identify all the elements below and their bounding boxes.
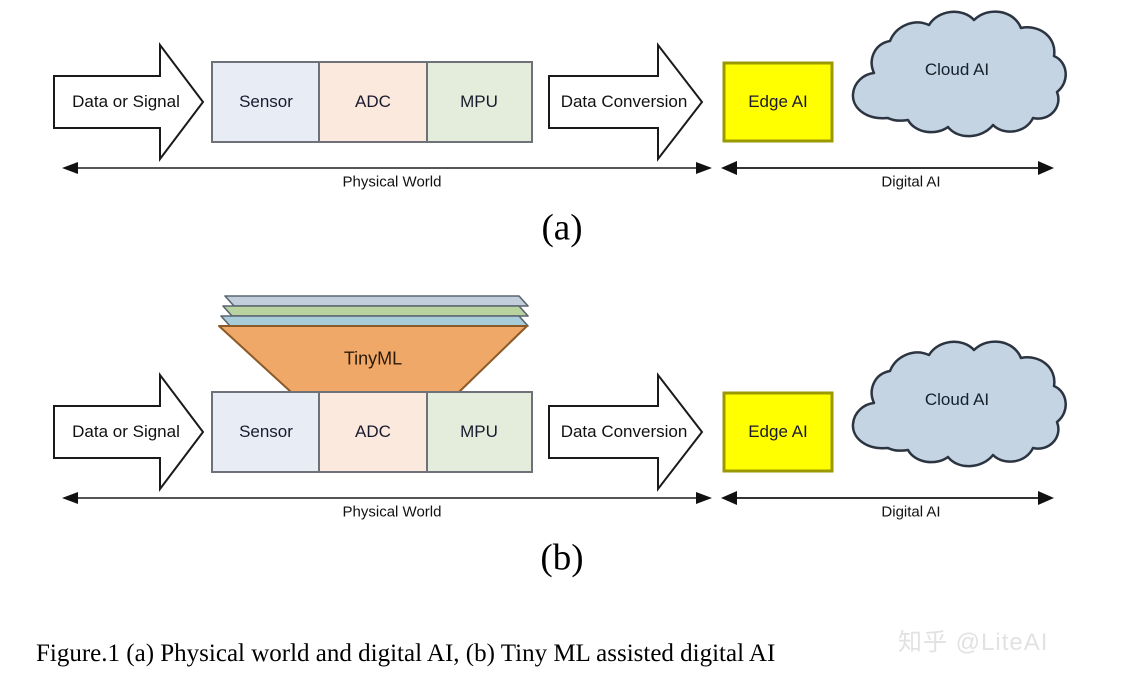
digital-ai-axis-b: [721, 491, 1054, 505]
cloud-ai-shape-a: [851, 10, 1067, 138]
panel-b: [53, 295, 1067, 505]
edge-ai-box-b: [722, 391, 834, 473]
tinyml-layer-3: [220, 315, 529, 327]
data-conversion-block-arrow-b: [548, 372, 704, 492]
edge-ai-box-a: [722, 61, 834, 143]
tinyml-trapezoid: [218, 325, 528, 393]
mpu-box-a: [426, 61, 533, 143]
diagram-svg: [53, 10, 1067, 505]
mpu-box-b: [426, 391, 533, 473]
figure-caption: Figure.1 (a) Physical world and digital …: [36, 640, 776, 667]
data-or-signal-block-arrow-b: [53, 372, 205, 492]
tinyml-layer-2: [222, 305, 529, 317]
physical-world-axis-b: [62, 492, 712, 504]
sensor-box-a: [211, 61, 320, 143]
figure-canvas: Data or Signal Sensor ADC MPU Data Conve…: [0, 0, 1122, 690]
data-or-signal-block-arrow-a: [53, 42, 205, 162]
cloud-ai-shape-b: [851, 340, 1067, 468]
adc-box-a: [318, 61, 428, 143]
digital-ai-axis-a: [721, 161, 1054, 175]
adc-box-b: [318, 391, 428, 473]
panel-a: [53, 10, 1067, 175]
data-conversion-block-arrow-a: [548, 42, 704, 162]
physical-world-axis-a: [62, 162, 712, 174]
watermark-liteai: 知乎 @LiteAI: [898, 629, 1049, 656]
tinyml-layer-1: [224, 295, 529, 307]
sensor-box-b: [211, 391, 320, 473]
